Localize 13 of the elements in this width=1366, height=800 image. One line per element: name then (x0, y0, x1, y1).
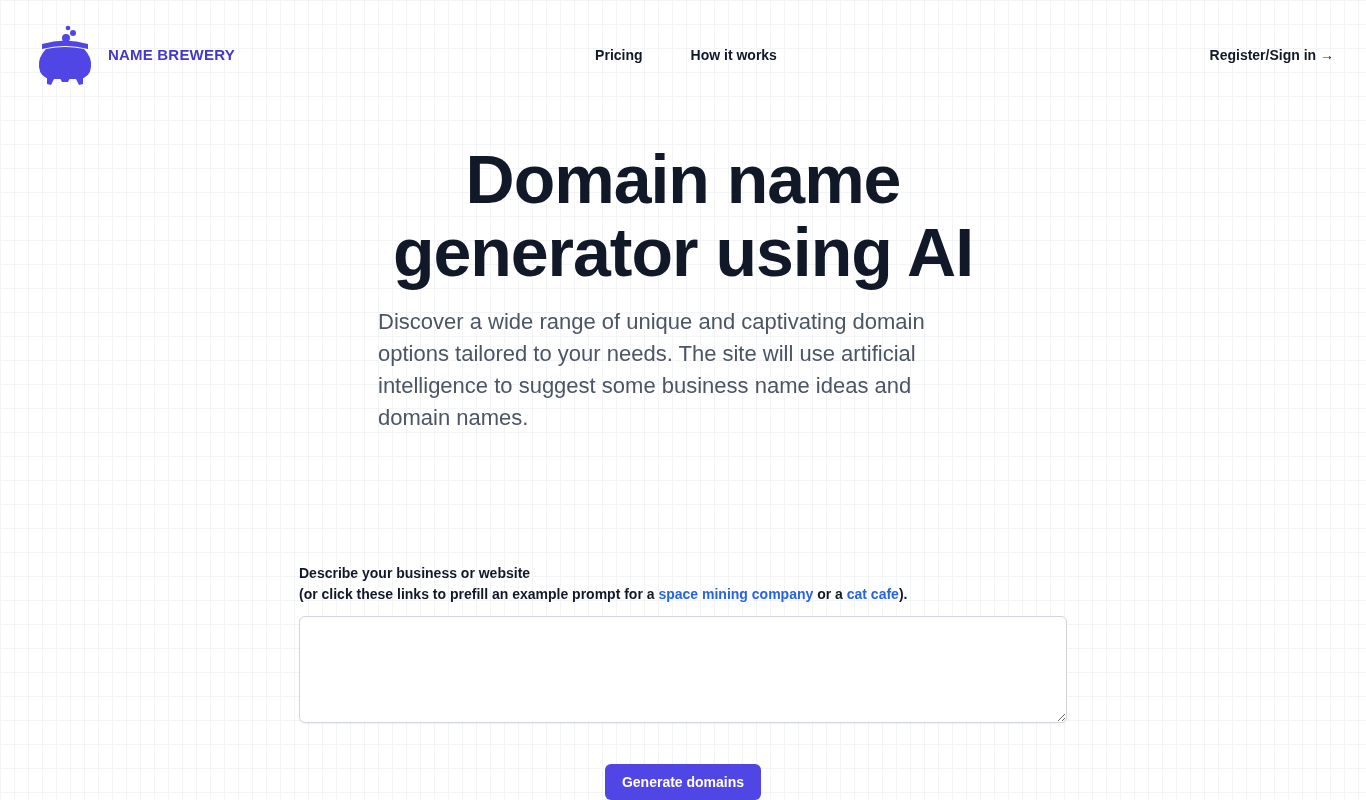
business-description-field[interactable] (299, 616, 1067, 723)
generate-domains-button[interactable]: Generate domains (604, 764, 762, 800)
page-title: Domain name generator using AI (391, 143, 975, 289)
intro-paragraph: Discover a wide range of unique and captivating domain options tailored to your needs. The site will use artificial intelligence to suggest some business name ideas and domain names. (378, 308, 926, 432)
example-prompt-link[interactable]: space mining company (658, 586, 814, 602)
example-prompt-link[interactable]: cat cafe (846, 586, 899, 602)
brand-name[interactable]: NAME BREWERY (108, 44, 235, 67)
nav-link[interactable]: Pricing (595, 45, 643, 66)
register-sign-in-link[interactable]: Register/Sign in → (1209, 45, 1334, 66)
cauldron-logo-icon[interactable] (38, 25, 92, 86)
prompt-hint-text: (or click these links to prefill an example prompt for a space mining company or a cat cafe). (299, 585, 909, 604)
nav-link[interactable]: How it works (690, 45, 777, 66)
prompt-label: Describe your business or website (299, 564, 532, 583)
